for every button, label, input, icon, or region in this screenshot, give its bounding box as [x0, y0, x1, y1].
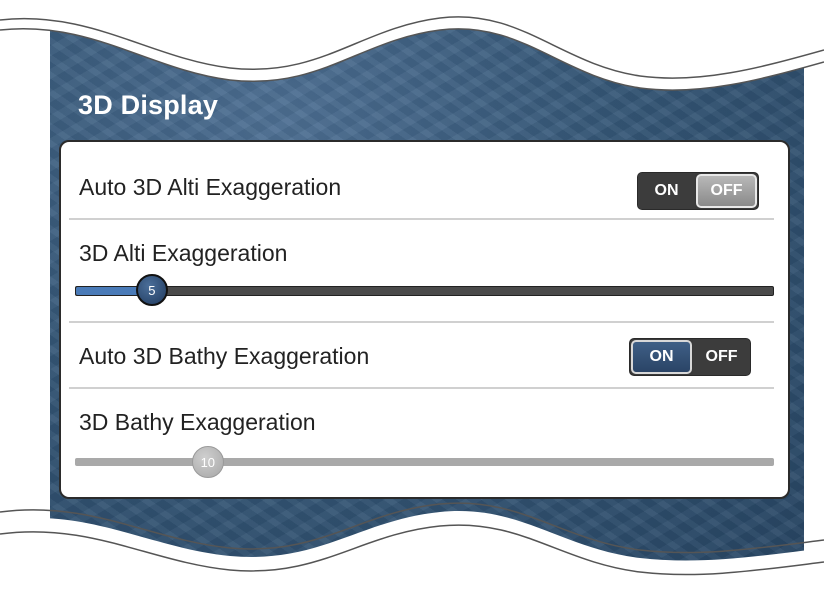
auto-bathy-exaggeration-label: Auto 3D Bathy Exaggeration: [79, 343, 370, 369]
auto-alti-exaggeration-label: Auto 3D Alti Exaggeration: [79, 174, 342, 200]
auto-alti-exaggeration-toggle[interactable]: ON OFF: [637, 172, 759, 210]
alti-exaggeration-slider-track[interactable]: [75, 286, 774, 296]
page-title: 3D Display: [78, 90, 219, 120]
toggle-on-option[interactable]: ON: [631, 340, 692, 374]
bathy-exaggeration-label: 3D Bathy Exaggeration: [79, 409, 316, 435]
toggle-off-option[interactable]: OFF: [696, 174, 757, 208]
alti-exaggeration-slider-handle[interactable]: 5: [135, 274, 168, 306]
alti-exaggeration-label: 3D Alti Exaggeration: [79, 240, 288, 266]
auto-bathy-exaggeration-toggle[interactable]: ON OFF: [629, 338, 751, 376]
toggle-on-option[interactable]: ON: [638, 173, 695, 209]
divider: [69, 218, 774, 220]
divider: [69, 321, 774, 323]
settings-panel: Auto 3D Alti Exaggeration ON OFF 3D Alti…: [59, 140, 790, 499]
bathy-exaggeration-slider-handle: 10: [191, 446, 224, 478]
bathy-exaggeration-slider-track: [75, 458, 774, 466]
toggle-off-option[interactable]: OFF: [693, 339, 750, 375]
divider: [69, 387, 774, 389]
